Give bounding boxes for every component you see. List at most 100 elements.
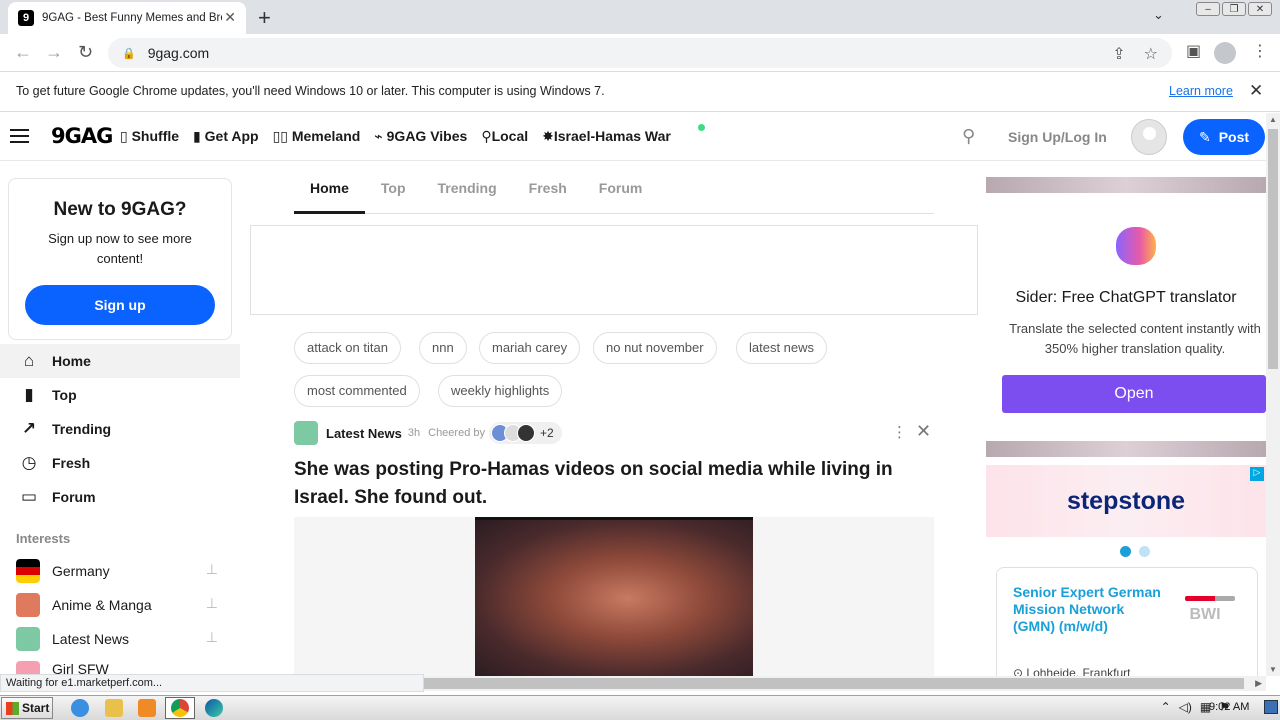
- interests-heading: Interests: [16, 531, 71, 546]
- learn-more-link[interactable]: Learn more: [1169, 84, 1233, 98]
- sidebar-item-top[interactable]: ▮ Top: [0, 378, 240, 412]
- carousel-dot-active[interactable]: [1120, 546, 1131, 557]
- chip-mariah-carey[interactable]: mariah carey: [479, 332, 581, 364]
- internet-explorer-icon[interactable]: [71, 699, 89, 717]
- cheer-count: +2: [540, 426, 554, 440]
- sidebar-item-trending[interactable]: ↗ Trending: [0, 412, 240, 446]
- interest-item-anime-manga[interactable]: Anime & Manga ⊥: [16, 593, 222, 617]
- reload-icon[interactable]: ↻: [78, 42, 93, 63]
- taskbar-clock[interactable]: 9:02 AM: [1209, 701, 1249, 713]
- scroll-down-arrow-icon[interactable]: ▼: [1269, 665, 1277, 674]
- post-section[interactable]: Latest News: [326, 426, 402, 441]
- interest-item-girl-sfw[interactable]: Girl SFW: [16, 661, 222, 675]
- scroll-up-arrow-icon[interactable]: ▲: [1269, 115, 1277, 124]
- signup-login-link[interactable]: Sign Up/Log In: [1008, 129, 1107, 145]
- interest-item-germany[interactable]: Germany ⊥: [16, 559, 222, 583]
- 9gag-logo[interactable]: 9GAG: [51, 124, 113, 148]
- post-dismiss-icon[interactable]: ✕: [916, 421, 931, 442]
- interest-label: Germany: [52, 563, 110, 579]
- edge-icon[interactable]: [205, 699, 223, 717]
- cheered-by-label: Cheered by: [428, 427, 485, 439]
- post-button[interactable]: ✎ Post: [1183, 119, 1265, 155]
- scroll-right-arrow-icon[interactable]: ▶: [1255, 678, 1262, 689]
- bookmark-star-icon[interactable]: ☆: [1144, 44, 1158, 64]
- vertical-scrollbar[interactable]: ▲ ▼: [1266, 113, 1280, 676]
- forward-arrow-icon[interactable]: →: [45, 42, 63, 63]
- lock-icon[interactable]: 🔒: [122, 47, 136, 60]
- job-title[interactable]: Senior Expert German Mission Network (GM…: [1013, 584, 1163, 635]
- close-window-button[interactable]: ✕: [1248, 2, 1272, 16]
- search-icon[interactable]: ⚲: [962, 126, 975, 147]
- maximize-button[interactable]: ❐: [1222, 2, 1246, 16]
- tab-search-chevron-icon[interactable]: ⌄: [1153, 7, 1164, 23]
- chip-nnn[interactable]: nnn: [419, 332, 467, 364]
- cheer-avatars[interactable]: +2: [489, 422, 562, 444]
- tab-top[interactable]: Top: [365, 170, 422, 214]
- address-bar[interactable]: 🔒 9gag.com ⇪ ☆: [108, 38, 1172, 68]
- signup-button[interactable]: Sign up: [25, 285, 215, 325]
- windows-logo-icon: [6, 701, 19, 715]
- nav-get-app[interactable]: ▮ Get App: [193, 128, 259, 145]
- pin-icon[interactable]: ⊥: [206, 629, 218, 646]
- post-video-thumbnail[interactable]: [475, 517, 753, 677]
- latest-news-section-icon[interactable]: [294, 421, 318, 445]
- horizontal-scrollbar[interactable]: ▶: [424, 676, 1266, 691]
- start-button[interactable]: Start: [1, 697, 53, 719]
- sidebar-item-fresh[interactable]: ◷ Fresh: [0, 446, 240, 480]
- post-more-options-icon[interactable]: ⋮: [892, 423, 907, 441]
- url-text[interactable]: 9gag.com: [148, 45, 209, 61]
- tab-close-icon[interactable]: ✕: [224, 9, 236, 26]
- chip-no-nut-november[interactable]: no nut november: [593, 332, 717, 364]
- pin-icon[interactable]: ⊥: [206, 561, 218, 578]
- nav-local[interactable]: ⚲Local: [481, 128, 528, 145]
- back-arrow-icon[interactable]: ←: [14, 42, 32, 63]
- chip-most-commented[interactable]: most commented: [294, 375, 420, 407]
- tab-home[interactable]: Home: [294, 170, 365, 214]
- sidebar-item-home[interactable]: ⌂ Home: [0, 344, 240, 378]
- nav-9gag-vibes[interactable]: ⌁ 9GAG Vibes: [374, 128, 467, 145]
- 9gag-favicon-icon: 9: [18, 10, 34, 26]
- media-player-icon[interactable]: [138, 699, 156, 717]
- tab-fresh[interactable]: Fresh: [513, 170, 583, 214]
- hamburger-menu-icon[interactable]: [10, 129, 29, 143]
- show-desktop-button[interactable]: [1264, 700, 1278, 714]
- carousel-dot[interactable]: [1139, 546, 1150, 557]
- tab-trending[interactable]: Trending: [422, 170, 513, 214]
- sidebar-item-label: Fresh: [52, 455, 91, 471]
- side-panel-icon[interactable]: ▣: [1186, 41, 1201, 61]
- new-tab-button[interactable]: +: [258, 5, 271, 31]
- profile-avatar-icon[interactable]: [1214, 42, 1236, 64]
- sider-ad-title: Sider: Free ChatGPT translator: [1015, 289, 1237, 306]
- share-icon[interactable]: ⇪: [1112, 44, 1125, 64]
- sider-open-button[interactable]: Open: [1002, 375, 1266, 413]
- sider-ad-text: Translate the selected content instantly…: [1009, 321, 1261, 356]
- sidebar-item-forum[interactable]: ▭ Forum: [0, 480, 240, 514]
- volume-icon[interactable]: ◁): [1179, 700, 1192, 714]
- chrome-update-infobar: To get future Google Chrome updates, you…: [0, 72, 1280, 112]
- tab-forum[interactable]: Forum: [583, 170, 659, 214]
- chip-weekly-highlights[interactable]: weekly highlights: [438, 375, 563, 407]
- menu-kebab-icon[interactable]: ⋮: [1252, 41, 1268, 61]
- stepstone-ad: stepstone ▷ Senior Expert German Mission…: [986, 465, 1266, 677]
- interest-item-latest-news[interactable]: Latest News ⊥: [16, 627, 222, 651]
- file-explorer-icon[interactable]: [105, 699, 123, 717]
- scroll-thumb[interactable]: [1268, 129, 1278, 369]
- job-card[interactable]: Senior Expert German Mission Network (GM…: [996, 567, 1258, 677]
- infobar-close-icon[interactable]: ✕: [1249, 81, 1263, 101]
- tray-arrow-icon[interactable]: ⌃: [1161, 700, 1171, 714]
- nav-shuffle[interactable]: ▯ Shuffle: [120, 128, 179, 145]
- chip-attack-on-titan[interactable]: attack on titan: [294, 332, 401, 364]
- sidebar-item-label: Trending: [52, 421, 112, 437]
- hscroll-thumb[interactable]: [424, 678, 1244, 689]
- stepstone-banner[interactable]: stepstone: [986, 465, 1266, 537]
- nav-israel-hamas-war[interactable]: ✸Israel-Hamas War: [542, 128, 671, 145]
- minimize-button[interactable]: –: [1196, 2, 1220, 16]
- nav-memeland[interactable]: ▯▯ Memeland: [273, 128, 361, 145]
- browser-tab[interactable]: 9 9GAG - Best Funny Memes and Breaking N…: [8, 2, 246, 34]
- post-title[interactable]: She was posting Pro-Hamas videos on soci…: [294, 456, 934, 512]
- pin-icon[interactable]: ⊥: [206, 595, 218, 612]
- adchoices-icon[interactable]: ▷: [1250, 467, 1264, 481]
- ad-placeholder: [250, 225, 978, 315]
- user-avatar-icon[interactable]: [1131, 119, 1167, 155]
- chip-latest-news[interactable]: latest news: [736, 332, 828, 364]
